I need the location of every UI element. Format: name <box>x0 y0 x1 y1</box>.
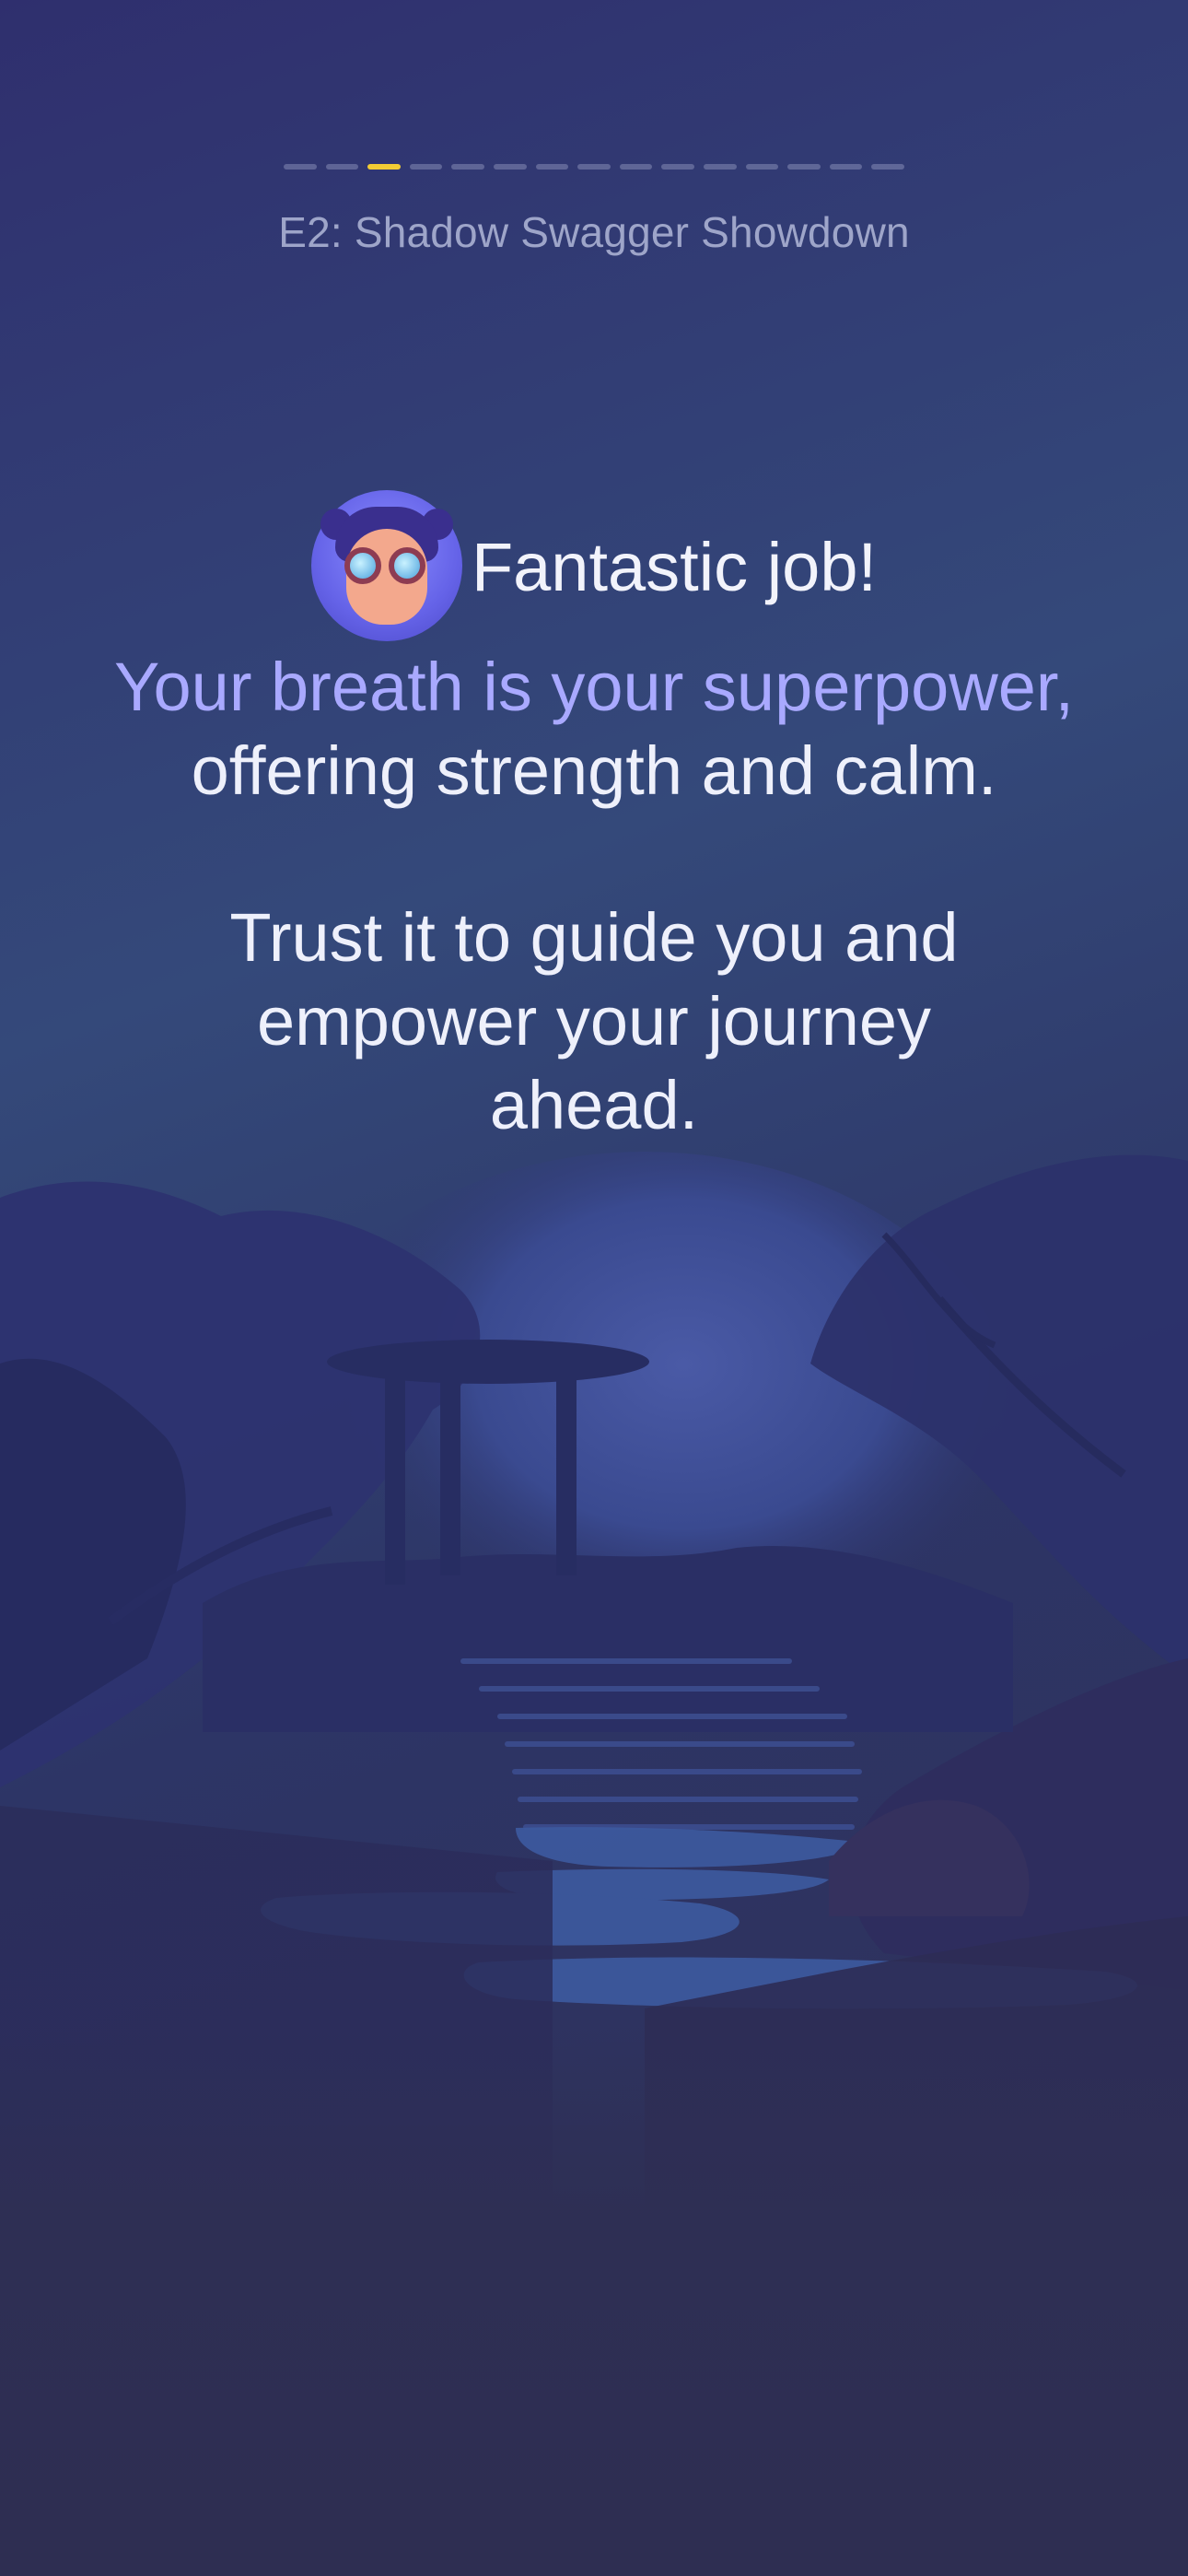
progress-segment <box>703 164 737 170</box>
progress-segment <box>284 164 317 170</box>
message-line: empower your journey <box>256 983 932 1060</box>
progress-segment <box>409 164 443 170</box>
progress-segment <box>619 164 653 170</box>
episode-progress-bar <box>284 164 904 170</box>
avatar-goggle <box>388 547 425 584</box>
lesson-completion-screen: E2: Shadow Swagger Showdown Fantastic jo… <box>0 0 1188 2576</box>
avatar-goggle <box>344 547 381 584</box>
progress-segment <box>451 164 484 170</box>
progress-segment <box>661 164 694 170</box>
progress-segment <box>535 164 569 170</box>
progress-segment <box>787 164 821 170</box>
message-line: Trust it to guide you and <box>229 899 959 976</box>
message-line: ahead. <box>489 1067 699 1143</box>
completion-message: Fantastic job! Your breath is your super… <box>0 488 1188 1147</box>
headline-row: Fantastic job! <box>0 488 1188 645</box>
progress-segment <box>493 164 527 170</box>
progress-segment <box>871 164 904 170</box>
progress-segment <box>577 164 611 170</box>
progress-segment <box>829 164 863 170</box>
character-avatar-icon <box>310 490 462 641</box>
progress-segment-active <box>367 164 401 170</box>
accent-line: Your breath is your superpower, <box>113 649 1075 725</box>
headline-text: Fantastic job! <box>471 528 878 605</box>
message-line: offering strength and calm. <box>191 732 997 809</box>
progress-segment <box>325 164 359 170</box>
episode-title: E2: Shadow Swagger Showdown <box>278 208 910 256</box>
bottom-fade <box>0 2027 1188 2576</box>
progress-segment <box>745 164 779 170</box>
